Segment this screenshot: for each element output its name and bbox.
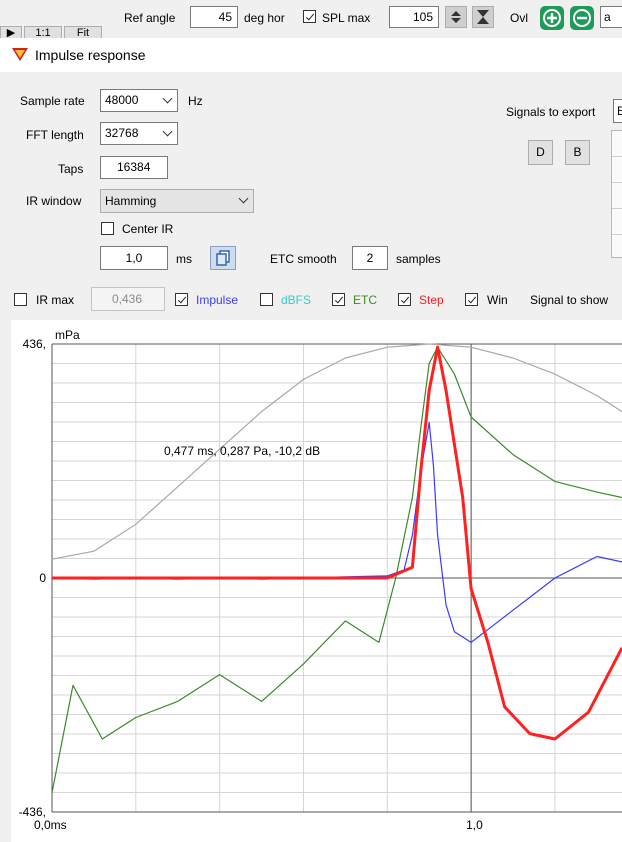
cursor-readout: 0,477 ms, 0,287 Pa, -10,2 dB <box>164 444 320 458</box>
x-tick-label: 1,0 <box>466 818 483 832</box>
series-impulse <box>51 421 622 644</box>
y-tick-label: 436, <box>23 337 46 351</box>
series-step <box>52 345 622 741</box>
y-tick-label: 0 <box>39 571 46 585</box>
y-axis-label: mPa <box>55 328 80 342</box>
x-tick-label: 0,0ms <box>34 818 67 832</box>
chart-tick-labels: 436, 0 -436,0,0ms 1,0 <box>19 337 483 832</box>
series-etc <box>51 346 622 793</box>
series-win <box>51 343 622 560</box>
chart-series <box>51 343 622 793</box>
y-tick-label: -436, <box>19 805 46 819</box>
impulse-response-chart: 436, 0 -436,0,0ms 1,0 mPa 0,477 ms, 0,287 P… <box>19 328 622 832</box>
